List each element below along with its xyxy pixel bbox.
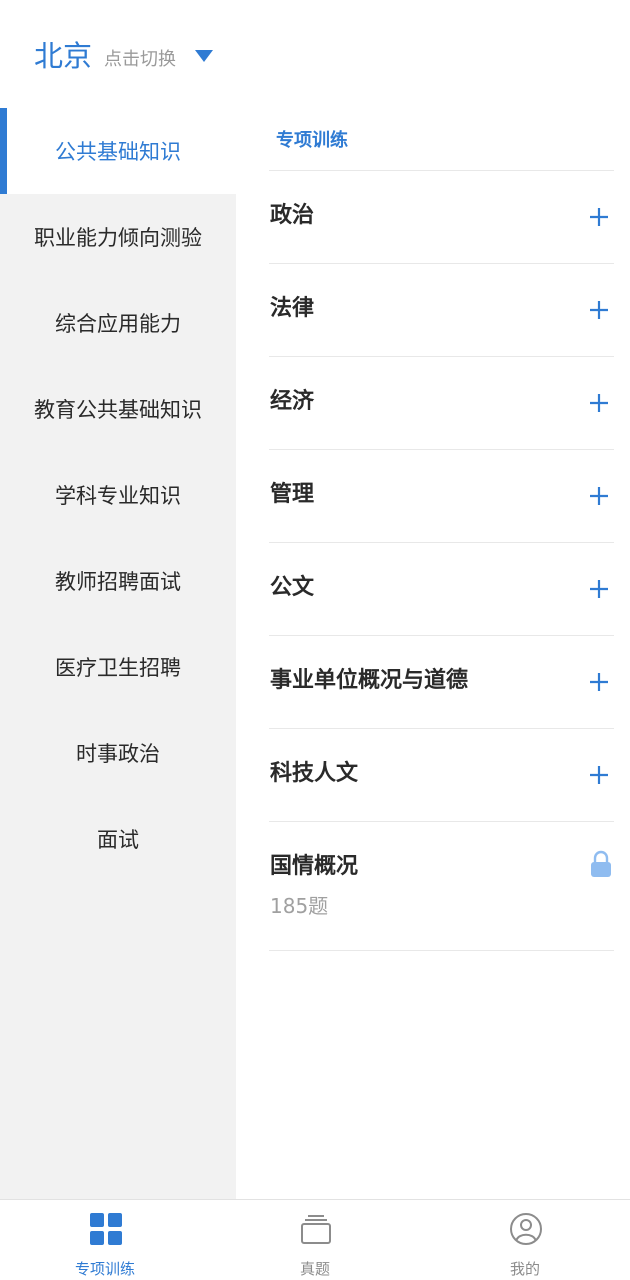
sidebar-item-label: 时事政治: [76, 742, 160, 766]
sidebar-item-education-basics[interactable]: 教育公共基础知识: [0, 366, 236, 452]
subject-name: 公文: [270, 575, 315, 600]
sidebar-item-label: 综合应用能力: [55, 312, 181, 336]
plus-icon[interactable]: [588, 299, 610, 321]
subject-name: 事业单位概况与道德: [270, 668, 469, 693]
sidebar-item-applied-ability[interactable]: 综合应用能力: [0, 280, 236, 366]
subject-row-science-humanities[interactable]: 科技人文: [269, 729, 614, 822]
section-title: 专项训练: [276, 130, 348, 151]
subject-row-public-institutions[interactable]: 事业单位概况与道德: [269, 636, 614, 729]
sidebar-item-interview[interactable]: 面试: [0, 796, 236, 882]
sidebar-item-label: 面试: [97, 828, 139, 852]
sidebar-item-label: 公共基础知识: [55, 140, 181, 164]
plus-icon[interactable]: [588, 485, 610, 507]
tab-label: 我的: [509, 1260, 540, 1278]
header: 北京 点击切换: [0, 0, 630, 108]
plus-icon[interactable]: [588, 764, 610, 786]
sidebar-item-aptitude-test[interactable]: 职业能力倾向测验: [0, 194, 236, 280]
app-root: 北京 点击切换 公共基础知识 职业能力倾向测验 综合应用能力 教育公共基础知识 …: [0, 0, 630, 1280]
user-icon: [510, 1213, 542, 1245]
sidebar-item-label: 教育公共基础知识: [34, 398, 202, 422]
tab-special-training[interactable]: 专项训练: [0, 1200, 210, 1280]
sidebar-item-subject-knowledge[interactable]: 学科专业知识: [0, 452, 236, 538]
sidebar-item-label: 学科专业知识: [55, 484, 181, 508]
sidebar-item-label: 职业能力倾向测验: [34, 226, 202, 250]
category-sidebar: 公共基础知识 职业能力倾向测验 综合应用能力 教育公共基础知识 学科专业知识 教…: [0, 108, 236, 1199]
plus-icon[interactable]: [588, 392, 610, 414]
sidebar-item-label: 医疗卫生招聘: [55, 656, 181, 680]
subject-name: 法律: [270, 296, 315, 321]
tab-past-exams[interactable]: 真题: [210, 1200, 420, 1280]
sidebar-item-public-basics[interactable]: 公共基础知识: [0, 108, 236, 194]
lock-icon[interactable]: [590, 850, 612, 878]
plus-icon[interactable]: [588, 206, 610, 228]
subject-name: 科技人文: [270, 761, 359, 786]
subject-list-panel: 专项训练 政治 法律 经济 管理 公文 事业单位概况与道德 科技人文 国情概况 …: [236, 108, 630, 1199]
grid-icon: [90, 1213, 122, 1245]
subject-name: 政治: [270, 203, 315, 228]
subject-row-management[interactable]: 管理: [269, 450, 614, 543]
tab-label: 真题: [299, 1260, 330, 1278]
subject-row-politics[interactable]: 政治: [269, 171, 614, 264]
subject-row-economics[interactable]: 经济: [269, 357, 614, 450]
city-name[interactable]: 北京: [34, 36, 92, 76]
subject-name: 管理: [270, 482, 315, 507]
cards-icon: [301, 1215, 331, 1244]
caret-down-icon[interactable]: [194, 48, 214, 64]
active-indicator: [0, 108, 7, 194]
subject-name: 经济: [270, 389, 315, 414]
plus-icon[interactable]: [588, 578, 610, 600]
sidebar-item-teacher-interview[interactable]: 教师招聘面试: [0, 538, 236, 624]
sidebar-item-current-affairs[interactable]: 时事政治: [0, 710, 236, 796]
bottom-navigation: 专项训练 真题 我的: [0, 1199, 630, 1280]
subject-row-official-documents[interactable]: 公文: [269, 543, 614, 636]
tab-profile[interactable]: 我的: [420, 1200, 630, 1280]
subject-row-law[interactable]: 法律: [269, 264, 614, 357]
question-count: 185题: [270, 894, 329, 918]
tab-label: 专项训练: [74, 1260, 135, 1278]
sidebar-item-label: 教师招聘面试: [55, 570, 181, 594]
plus-icon[interactable]: [588, 671, 610, 693]
sidebar-item-medical-recruitment[interactable]: 医疗卫生招聘: [0, 624, 236, 710]
subject-name: 国情概况: [270, 854, 359, 879]
city-switch-hint[interactable]: 点击切换: [104, 46, 176, 74]
subject-row-national-conditions[interactable]: 国情概况 185题: [269, 822, 614, 951]
